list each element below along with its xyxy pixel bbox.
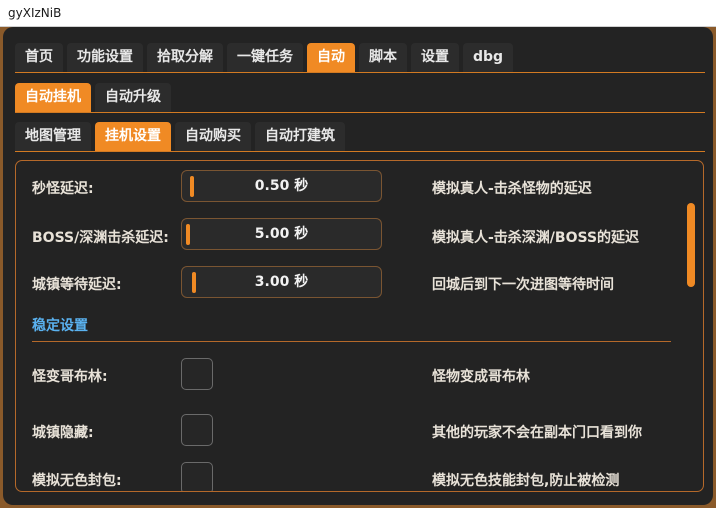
kill-delay-slider[interactable]: 0.50 秒 bbox=[181, 170, 382, 202]
boss-kill-delay-description: 模拟真人-击杀深渊/BOSS的延迟 bbox=[432, 230, 640, 246]
tab-auto-farm[interactable]: 自动挂机 bbox=[15, 83, 91, 112]
tab-script[interactable]: 脚本 bbox=[359, 43, 407, 72]
goblin-transform-description: 怪物变成哥布林 bbox=[432, 369, 530, 385]
tab-dbg[interactable]: dbg bbox=[463, 43, 514, 72]
tab-auto[interactable]: 自动 bbox=[307, 43, 355, 72]
kill-delay-description: 模拟真人-击杀怪物的延迟 bbox=[432, 181, 592, 197]
title-bar: gyXIzNiB bbox=[0, 0, 716, 27]
boss-kill-delay-value: 5.00 秒 bbox=[254, 226, 309, 242]
tab-farm-settings[interactable]: 挂机设置 bbox=[95, 122, 171, 151]
town-hide-label: 城镇隐藏: bbox=[32, 425, 94, 441]
third-tab-divider bbox=[15, 151, 705, 152]
sub-tab-bar: 自动挂机 自动升级 bbox=[15, 83, 171, 112]
simulate-packet-description: 模拟无色技能封包,防止被检测 bbox=[432, 473, 620, 489]
main-tab-divider bbox=[15, 72, 705, 73]
window-title: gyXIzNiB bbox=[8, 6, 62, 20]
boss-kill-delay-label: BOSS/深渊击杀延迟: bbox=[32, 230, 169, 246]
tab-one-click-task[interactable]: 一键任务 bbox=[227, 43, 303, 72]
town-wait-delay-label: 城镇等待延迟: bbox=[32, 277, 122, 293]
tab-auto-buy[interactable]: 自动购买 bbox=[175, 122, 251, 151]
tab-pickup-decompose[interactable]: 拾取分解 bbox=[147, 43, 223, 72]
section-divider bbox=[32, 341, 671, 342]
boss-kill-delay-slider[interactable]: 5.00 秒 bbox=[181, 218, 382, 250]
tab-home[interactable]: 首页 bbox=[15, 43, 63, 72]
tab-function-settings[interactable]: 功能设置 bbox=[67, 43, 143, 72]
goblin-transform-checkbox[interactable] bbox=[181, 358, 213, 390]
simulate-packet-label: 模拟无色封包: bbox=[32, 473, 122, 489]
main-tab-bar: 首页 功能设置 拾取分解 一键任务 自动 脚本 设置 dbg bbox=[15, 43, 514, 72]
third-tab-bar: 地图管理 挂机设置 自动购买 自动打建筑 bbox=[15, 122, 345, 151]
kill-delay-label: 秒怪延迟: bbox=[32, 181, 94, 197]
settings-panel: 秒怪延迟: 0.50 秒 模拟真人-击杀怪物的延迟 BOSS/深渊击杀延迟: 5… bbox=[15, 160, 704, 492]
town-hide-checkbox[interactable] bbox=[181, 414, 213, 446]
section-title: 稳定设置 bbox=[32, 318, 88, 334]
goblin-transform-label: 怪变哥布林: bbox=[32, 369, 108, 385]
tab-auto-level[interactable]: 自动升级 bbox=[95, 83, 171, 112]
kill-delay-value: 0.50 秒 bbox=[254, 178, 309, 194]
main-window: 首页 功能设置 拾取分解 一键任务 自动 脚本 设置 dbg 自动挂机 自动升级… bbox=[3, 27, 713, 505]
sub-tab-divider bbox=[15, 112, 705, 113]
town-wait-delay-slider[interactable]: 3.00 秒 bbox=[181, 266, 382, 298]
town-wait-delay-description: 回城后到下一次进图等待时间 bbox=[432, 277, 614, 293]
scrollbar-thumb[interactable] bbox=[687, 203, 695, 287]
town-hide-description: 其他的玩家不会在副本门口看到你 bbox=[432, 425, 642, 441]
town-wait-delay-value: 3.00 秒 bbox=[254, 274, 309, 290]
tab-settings[interactable]: 设置 bbox=[411, 43, 459, 72]
tab-auto-build[interactable]: 自动打建筑 bbox=[255, 122, 345, 151]
tab-map-manage[interactable]: 地图管理 bbox=[15, 122, 91, 151]
simulate-packet-checkbox[interactable] bbox=[181, 462, 213, 491]
